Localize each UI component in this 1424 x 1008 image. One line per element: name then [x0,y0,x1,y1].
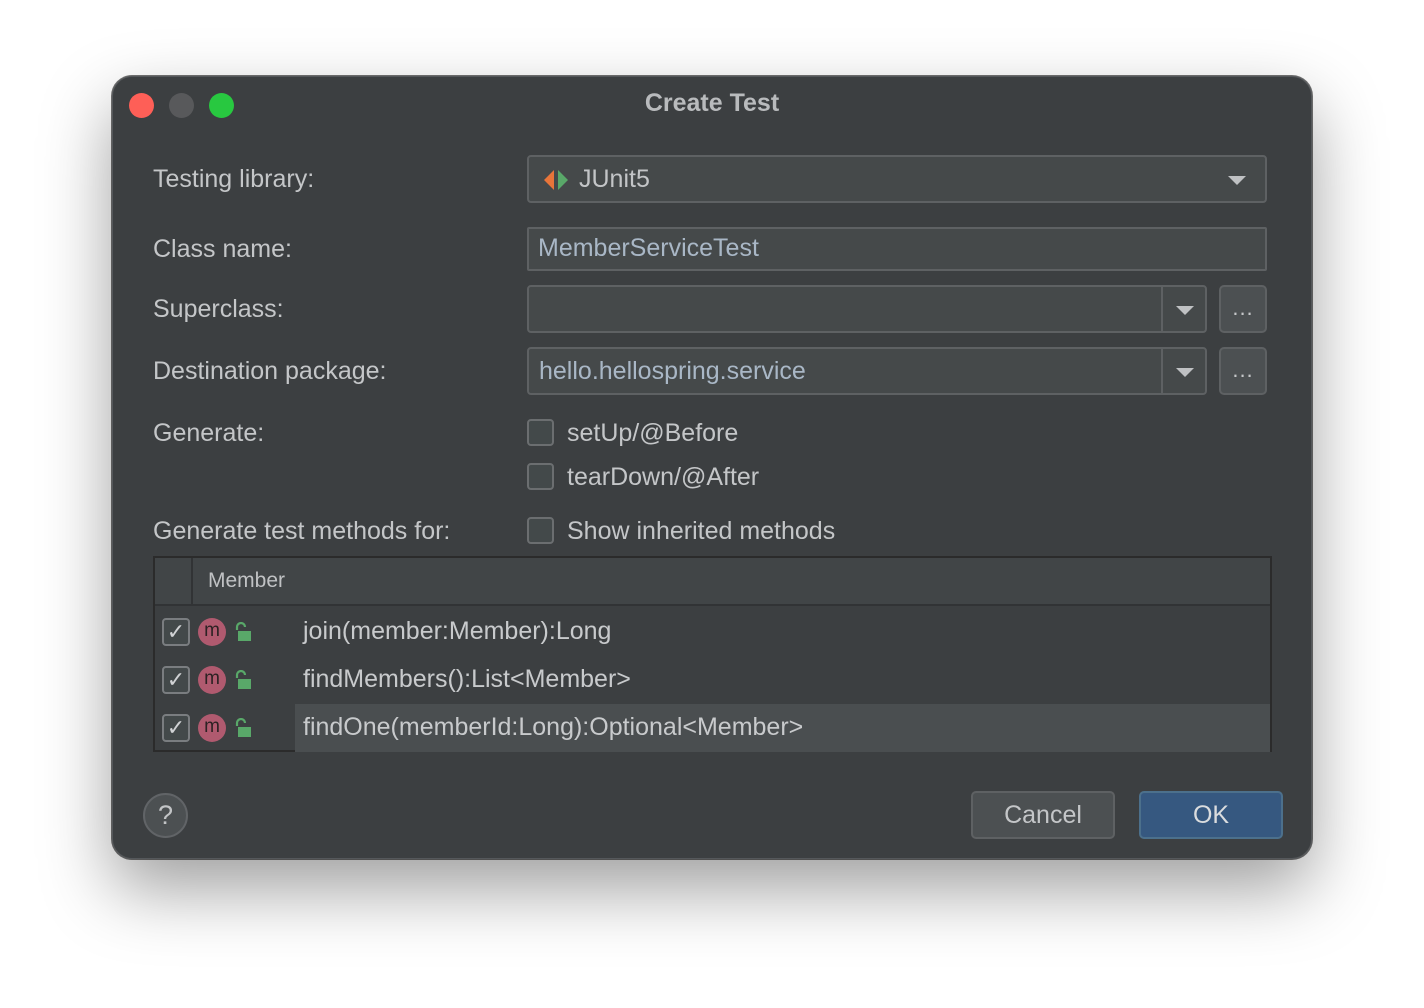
help-button[interactable]: ? [143,793,188,838]
class-name-value: MemberServiceTest [538,234,759,262]
check-icon: ✓ [166,667,186,692]
chevron-down-icon [1176,368,1194,377]
superclass-combobox[interactable] [527,285,1207,333]
member-signature: join(member:Member):Long [303,617,612,645]
combo-divider [1161,287,1163,331]
lock-open-icon [235,622,251,641]
header-separator [191,558,193,606]
ok-button[interactable]: OK [1139,791,1283,839]
testing-library-value: JUnit5 [579,165,650,193]
destination-package-label: Destination package: [153,357,387,385]
row-checkbox[interactable]: ✓ [162,618,190,646]
generate-label: Generate: [153,419,265,447]
teardown-checkbox[interactable] [527,463,554,490]
method-icon: m [198,618,226,646]
table-row-selected[interactable]: ✓ m findOne(memberId:Long):Optional<Memb… [155,704,1270,752]
junit-icon [544,170,568,190]
create-test-dialog: Create Test Testing library: JUnit5 Clas… [112,76,1312,859]
table-header: Member [155,558,1270,606]
class-name-label: Class name: [153,235,292,263]
destination-package-combobox[interactable]: hello.hellospring.service [527,347,1207,395]
class-name-input[interactable]: MemberServiceTest [527,227,1267,271]
check-icon: ✓ [166,619,186,644]
member-signature: findMembers():List<Member> [303,665,631,693]
dialog-title: Create Test [644,89,780,117]
member-column-header[interactable]: Member [208,569,285,593]
check-icon: ✓ [166,715,186,740]
chevron-down-icon [1176,306,1194,315]
show-inherited-label[interactable]: Show inherited methods [567,517,835,546]
table-row[interactable]: ✓ m findMembers():List<Member> [155,656,1270,704]
members-table: Member ✓ m join(member:Member):Long ✓ m … [153,556,1272,752]
superclass-browse-button[interactable]: ... [1219,285,1267,333]
chevron-down-icon [1228,176,1246,185]
show-inherited-checkbox[interactable] [527,517,554,544]
testing-library-label: Testing library: [153,165,315,193]
method-icon: m [198,666,226,694]
superclass-label: Superclass: [153,295,284,323]
method-icon: m [198,714,226,742]
lock-open-icon [235,718,251,737]
cancel-button[interactable]: Cancel [971,791,1115,839]
lock-open-icon [235,670,251,689]
member-signature: findOne(memberId:Long):Optional<Member> [303,713,804,741]
teardown-checkbox-label[interactable]: tearDown/@After [567,463,759,492]
destination-package-browse-button[interactable]: ... [1219,347,1267,395]
row-checkbox[interactable]: ✓ [162,714,190,742]
row-checkbox[interactable]: ✓ [162,666,190,694]
generate-methods-label: Generate test methods for: [153,517,451,545]
combo-divider [1161,349,1163,393]
table-row[interactable]: ✓ m join(member:Member):Long [155,608,1270,656]
testing-library-combobox[interactable]: JUnit5 [527,155,1267,203]
destination-package-value: hello.hellospring.service [539,357,806,385]
setup-checkbox[interactable] [527,419,554,446]
setup-checkbox-label[interactable]: setUp/@Before [567,419,738,448]
